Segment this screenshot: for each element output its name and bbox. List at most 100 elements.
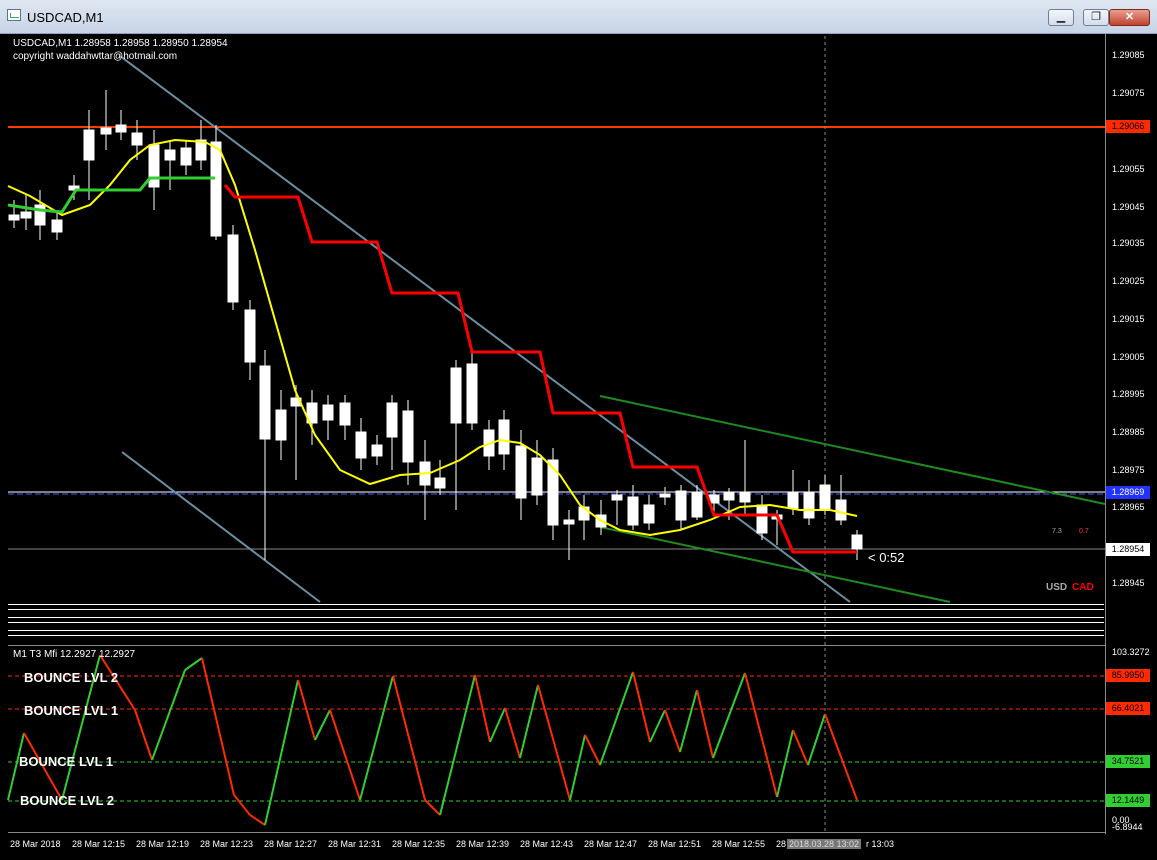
- bounce-level-1-lower: BOUNCE LVL 1: [19, 754, 114, 769]
- mfi-header: M1 T3 Mfi 12.2927 12.2927: [13, 649, 136, 660]
- candle-body: [100, 127, 112, 135]
- t3-mfi-segment: [297, 679, 316, 741]
- mfi-tag-lvl2-up: 85.9950: [1106, 669, 1150, 682]
- candle-body: [180, 147, 192, 166]
- candle-body: [675, 490, 687, 521]
- subwindow-border: [8, 645, 1105, 646]
- candle-body: [611, 494, 623, 501]
- t3-mfi-segment: [134, 709, 153, 761]
- candle-body: [756, 504, 768, 534]
- trend-line-lower: [121, 451, 321, 603]
- time-tick: 28 Mar 12:23: [200, 839, 254, 849]
- swap-value: 0.7: [1079, 528, 1089, 535]
- t3-mfi-segment: [359, 675, 394, 801]
- time-tick: 28 Mar 2018: [10, 839, 61, 849]
- candle-body: [115, 124, 127, 133]
- time-tick: 28 Mar 12:19: [136, 839, 190, 849]
- candle-body: [83, 129, 95, 161]
- candle-body: [531, 457, 543, 496]
- time-tick: 28: [776, 839, 787, 849]
- candle-body: [275, 409, 287, 441]
- time-tick: 28 Mar 12:51: [648, 839, 702, 849]
- price-tick: 1.29085: [1112, 50, 1145, 60]
- candle-body: [402, 410, 414, 463]
- t3-mfi-segment: [329, 709, 361, 801]
- candle-body: [643, 504, 655, 524]
- candle-body: [627, 496, 639, 526]
- price-tick: 1.28965: [1112, 502, 1145, 512]
- t3-mfi-segment: [807, 713, 826, 766]
- t3-mfi-segment: [744, 672, 778, 798]
- candle-body: [851, 534, 863, 550]
- usd-strength-label: USD: [1046, 582, 1068, 593]
- candle-body: [244, 309, 256, 363]
- candle-body: [339, 402, 351, 426]
- candle-body: [227, 234, 239, 303]
- candle-body: [563, 519, 575, 525]
- candle-body: [434, 477, 446, 489]
- mfi-tag-lvl2-down: 12.1449: [1106, 794, 1150, 807]
- indicator-strip-1: [8, 604, 1104, 610]
- candle-body: [803, 491, 815, 519]
- price-chart-canvas[interactable]: [0, 0, 1157, 860]
- bounce-level-1-upper: BOUNCE LVL 1: [24, 703, 119, 718]
- t3-mfi-segment: [649, 709, 666, 743]
- mfi-tag-lvl1-up: 66.4021: [1106, 702, 1150, 715]
- t3-mfi-segment: [151, 669, 186, 761]
- time-tick-tail: r 13:03: [866, 839, 895, 849]
- time-tick: 28 Mar 12:43: [520, 839, 574, 849]
- t3-mfi-segment: [424, 799, 441, 816]
- t3-mfi-segment: [264, 679, 299, 826]
- price-tag-support: 1.28969: [1106, 486, 1150, 499]
- candle-body: [20, 211, 32, 219]
- bar-countdown: < 0:52: [868, 550, 905, 565]
- t3-mfi-segment: [696, 689, 714, 759]
- candle-body: [195, 139, 207, 161]
- candle-body: [386, 402, 398, 438]
- cad-strength-label: CAD: [1072, 582, 1094, 593]
- t3-mfi-segment: [632, 671, 651, 743]
- candle-body: [787, 492, 799, 509]
- t3-mfi-segment: [233, 794, 251, 816]
- candle-body: [148, 144, 160, 188]
- bounce-level-2-upper: BOUNCE LVL 2: [24, 670, 119, 685]
- t3-mfi-segment: [314, 709, 331, 741]
- candle-body: [322, 404, 334, 421]
- candle-body: [210, 141, 222, 237]
- price-tick: 1.29045: [1112, 202, 1145, 212]
- bounce-level-2-lower: BOUNCE LVL 2: [20, 793, 115, 808]
- t3-mfi-segment: [392, 675, 426, 801]
- price-tick: 1.29075: [1112, 88, 1145, 98]
- t3-mfi-segment: [712, 672, 746, 759]
- candle-body: [371, 444, 383, 457]
- trend-line-upper: [119, 55, 851, 603]
- time-tick: 28 Mar 12:39: [456, 839, 510, 849]
- mfi-axis-top: 103.3272: [1112, 647, 1150, 657]
- price-tick: 1.28975: [1112, 465, 1145, 475]
- t3-mfi-segment: [664, 709, 681, 753]
- t3-mfi-segment: [201, 657, 235, 796]
- time-tick: 28 Mar 12:55: [712, 839, 766, 849]
- price-tick: 1.29005: [1112, 352, 1145, 362]
- candle-body: [259, 365, 271, 440]
- price-tick: 1.29015: [1112, 314, 1145, 324]
- time-tick: 28 Mar 12:15: [72, 839, 126, 849]
- t3-mfi-segment: [537, 684, 571, 801]
- t3-mfi-segment: [679, 689, 698, 753]
- t3-mfi-segment: [439, 674, 476, 816]
- time-tick: 28 Mar 12:27: [264, 839, 318, 849]
- price-tick: 1.29035: [1112, 238, 1145, 248]
- candle-body: [498, 419, 510, 455]
- chart-header-copyright: copyright waddahwttar@hotmail.com: [13, 51, 178, 62]
- t3-mfi-segment: [249, 814, 266, 826]
- price-tick: 1.28995: [1112, 389, 1145, 399]
- candle-body: [723, 491, 735, 501]
- candle-body: [131, 132, 143, 146]
- candle-body: [164, 149, 176, 161]
- mfi-axis-bottom: -6.8944: [1112, 822, 1143, 832]
- crosshair-time-label: 2018.03.28 13:02: [787, 839, 862, 849]
- indicator-strip-3: [8, 630, 1104, 636]
- t3-mfi-segment: [569, 734, 586, 801]
- t3-mfi-segment: [184, 657, 203, 671]
- candle-body: [515, 445, 527, 499]
